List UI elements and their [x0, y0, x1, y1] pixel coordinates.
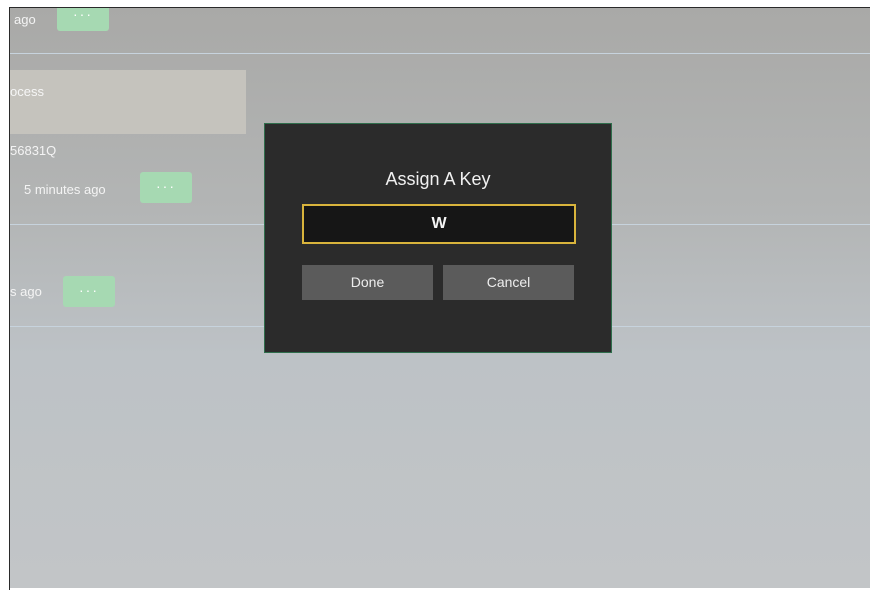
- process-text: ocess: [10, 84, 44, 99]
- process-field: ocess: [10, 70, 246, 134]
- row2-more-button[interactable]: ···: [140, 172, 192, 203]
- row3-time-text: s ago: [10, 284, 42, 299]
- assign-key-dialog: Assign A Key Done Cancel: [264, 123, 612, 353]
- row1-time-text: ago: [14, 12, 36, 27]
- row2-time-text: 5 minutes ago: [24, 182, 106, 197]
- row2-id-text: 56831Q: [10, 143, 57, 158]
- cancel-button[interactable]: Cancel: [443, 265, 574, 300]
- key-input[interactable]: [302, 204, 576, 244]
- row-divider: [10, 53, 870, 54]
- row1-more-button[interactable]: ···: [57, 8, 109, 31]
- row3-more-button[interactable]: ···: [63, 276, 115, 307]
- dialog-title: Assign A Key: [385, 169, 491, 189]
- done-button[interactable]: Done: [302, 265, 433, 300]
